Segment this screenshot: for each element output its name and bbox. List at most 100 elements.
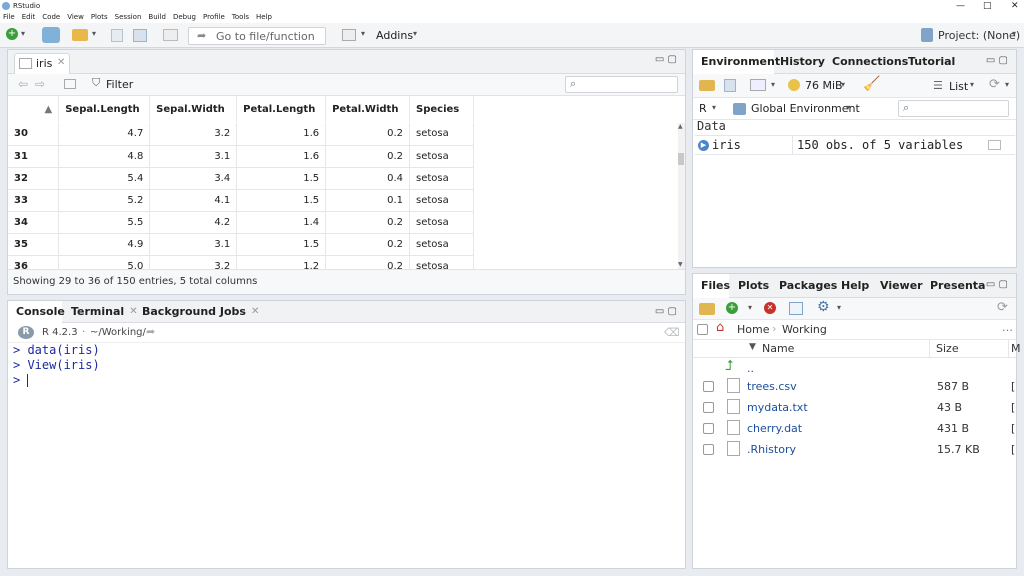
filter-icon[interactable]: ⛉ [92,76,100,90]
col-modified[interactable]: M [1011,342,1021,355]
environment-search-input[interactable]: ⌕ [898,100,1009,117]
console-output[interactable]: > data(iris) > View(iris) > [13,343,100,388]
home-icon[interactable]: ⌂ [716,320,724,335]
table-row[interactable]: 32 5.4 3.4 1.5 0.4 setosa [8,167,474,190]
file-checkbox[interactable] [703,444,714,455]
new-blank-file-icon[interactable]: + [726,302,738,314]
menu-tools[interactable]: Tools [232,13,249,21]
project-menu[interactable]: Project: (None) [938,29,1020,42]
file-name[interactable]: mydata.txt [747,401,808,414]
scroll-down-icon[interactable]: ▼ [678,261,683,268]
goto-file-input[interactable]: ➦ Go to file/function [188,27,326,45]
chevron-down-icon[interactable]: ▾ [1005,80,1009,89]
menu-profile[interactable]: Profile [203,13,225,21]
chevron-down-icon[interactable]: ▾ [361,29,365,38]
more-gear-icon[interactable]: ⚙ [817,299,830,315]
col-name[interactable]: Name [762,342,794,355]
tab-console-label[interactable]: Console [16,301,65,322]
tab-help[interactable]: Help [841,274,869,297]
tab-connections[interactable]: Connections [832,50,908,73]
file-name[interactable]: .Rhistory [747,443,796,456]
open-folder-icon[interactable] [72,29,88,41]
view-table-icon[interactable] [988,140,1001,150]
file-name[interactable]: cherry.dat [747,422,802,435]
minimize-pane-icon[interactable]: ▭ ▢ [986,279,1008,290]
menu-help[interactable]: Help [256,13,272,21]
viewer-search-input[interactable]: ⌕ [565,76,678,93]
menu-session[interactable]: Session [115,13,142,21]
forward-arrow-icon[interactable]: ⇨ [35,77,45,91]
minimize-pane-icon[interactable]: ▭ ▢ [986,55,1008,66]
menu-file[interactable]: File [3,13,15,21]
close-tab-icon[interactable]: ✕ [57,57,65,68]
chevron-down-icon[interactable]: ▾ [970,80,974,89]
file-checkbox[interactable] [703,402,714,413]
tab-packages[interactable]: Packages [779,274,837,297]
refresh-icon[interactable]: ⟳ [997,300,1008,315]
chevron-down-icon[interactable]: ▾ [771,80,775,89]
refresh-icon[interactable]: ⟳ [989,77,1000,92]
environment-row-iris[interactable]: ▶ iris 150 obs. of 5 variables [695,135,1015,155]
save-workspace-icon[interactable] [724,79,736,92]
expand-icon[interactable]: ▶ [698,140,709,151]
scope-select[interactable]: Global Environment [751,102,860,115]
save-all-icon[interactable] [133,29,147,42]
goto-dir-icon[interactable]: ➦ [146,325,155,338]
filter-button[interactable]: Filter [106,78,133,91]
menu-build[interactable]: Build [148,13,166,21]
tab-files[interactable]: Files [701,274,730,297]
tab-presentation[interactable]: Presenta [930,274,985,297]
tab-viewer[interactable]: Viewer [880,274,923,297]
view-mode-select[interactable]: List [949,80,968,93]
save-icon[interactable] [111,29,123,42]
chevron-down-icon[interactable]: ▾ [712,103,716,112]
menu-view[interactable]: View [67,13,84,21]
menu-plots[interactable]: Plots [91,13,108,21]
file-checkbox[interactable] [703,423,714,434]
print-icon[interactable] [163,29,178,41]
file-row[interactable]: .Rhistory 15.7 KB [ [693,439,1016,460]
clear-broom-icon[interactable]: 🧹 [863,76,880,92]
tab-environment[interactable]: Environment [701,50,780,73]
load-workspace-icon[interactable] [699,80,715,91]
delete-icon[interactable]: ✕ [764,302,776,314]
file-row[interactable]: trees.csv 587 B [ [693,376,1016,397]
file-checkbox[interactable] [703,381,714,392]
menu-edit[interactable]: Edit [22,13,36,21]
tab-background-jobs[interactable]: Background Jobs ✕ [142,301,259,322]
col-header[interactable]: Sepal.Width [149,96,238,122]
file-row[interactable]: mydata.txt 43 B [ [693,397,1016,418]
menu-code[interactable]: Code [42,13,60,21]
tab-plots[interactable]: Plots [738,274,769,297]
console-prompt[interactable]: > [13,373,100,388]
minimize-pane-icon[interactable]: ▭ ▢ [655,306,677,317]
scroll-thumb[interactable] [678,153,684,165]
table-row[interactable]: 31 4.8 3.1 1.6 0.2 setosa [8,145,474,168]
close-tab-icon[interactable]: ✕ [129,306,137,317]
new-file-icon[interactable]: + [6,28,18,40]
col-header[interactable]: Petal.Length [236,96,327,122]
tab-iris[interactable]: iris ✕ [14,53,70,74]
menu-debug[interactable]: Debug [173,13,196,21]
sort-indicator[interactable]: ▲ [8,96,60,122]
popout-icon[interactable] [64,79,76,89]
workspace-panes-icon[interactable] [342,29,356,41]
rename-icon[interactable] [789,302,803,315]
tab-terminal[interactable]: Terminal ✕ [71,301,138,322]
breadcrumb-home[interactable]: Home [737,323,769,336]
table-row[interactable]: 34 5.5 4.2 1.4 0.2 setosa [8,211,474,234]
file-name[interactable]: trees.csv [747,380,797,393]
language-select[interactable]: R [699,102,707,115]
parent-dir-row[interactable]: ⮥ .. [693,358,1016,378]
scroll-up-icon[interactable]: ▲ [678,123,683,130]
new-project-icon[interactable] [42,27,60,43]
chevron-down-icon[interactable]: ▾ [92,29,96,38]
breadcrumb-working[interactable]: Working [782,323,827,336]
chevron-down-icon[interactable]: ▾ [748,303,752,312]
memory-usage[interactable]: 76 MiB [805,79,843,92]
select-all-checkbox[interactable] [697,324,708,335]
import-dataset-icon[interactable] [750,79,766,91]
table-row[interactable]: 30 4.7 3.2 1.6 0.2 setosa [8,123,474,146]
col-size[interactable]: Size [936,342,959,355]
maximize-button[interactable]: □ [983,0,992,12]
